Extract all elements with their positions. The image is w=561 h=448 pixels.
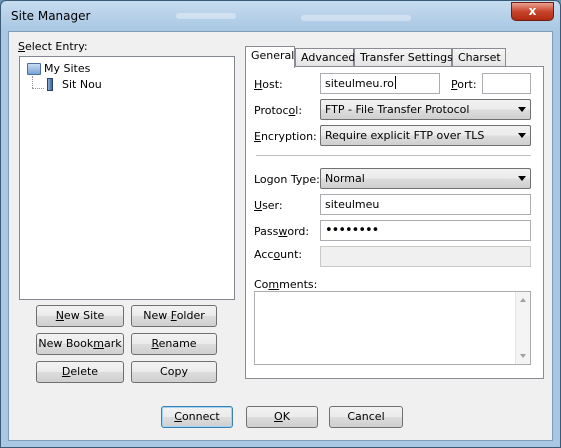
- scroll-up-icon[interactable]: [520, 298, 526, 302]
- chevron-down-icon: [518, 107, 526, 112]
- tab-transfer-settings[interactable]: Transfer Settings: [354, 48, 453, 67]
- scroll-down-icon[interactable]: [520, 354, 526, 358]
- ok-button[interactable]: OK: [246, 406, 318, 428]
- comments-textarea[interactable]: [254, 291, 531, 365]
- account-input: [320, 246, 531, 267]
- title-bar-glass: [301, 15, 411, 21]
- account-label: Account:: [254, 248, 303, 261]
- encryption-label: Encryption:: [254, 130, 317, 143]
- protocol-select[interactable]: FTP - File Transfer Protocol: [320, 99, 531, 120]
- tab-general[interactable]: General: [245, 46, 295, 68]
- rename-button[interactable]: Rename: [131, 333, 217, 355]
- folder-icon: [27, 63, 41, 75]
- new-folder-button[interactable]: New Folder: [131, 305, 217, 327]
- logon-type-label: Logon Type:: [254, 173, 320, 186]
- tree-connector: [32, 88, 44, 89]
- password-label: Password:: [254, 225, 310, 238]
- port-input[interactable]: [482, 73, 531, 94]
- general-panel: Host: siteulmeu.ro Port: Protocol: FTP -…: [245, 66, 544, 379]
- user-label: User:: [254, 199, 283, 212]
- chevron-down-icon: [518, 133, 526, 138]
- host-input[interactable]: siteulmeu.ro: [320, 73, 440, 94]
- site-manager-window: Site Manager x Select Entry: My Sites Si…: [0, 0, 561, 448]
- protocol-label: Protocol:: [254, 104, 303, 117]
- tab-charset[interactable]: Charset: [452, 48, 506, 67]
- dialog-body: Select Entry: My Sites Sit Nou New Site …: [8, 31, 553, 441]
- text-caret: [394, 76, 396, 89]
- new-bookmark-button[interactable]: New Bookmark: [36, 333, 124, 355]
- comments-scrollbar[interactable]: [515, 292, 530, 364]
- tab-advanced[interactable]: Advanced: [295, 48, 355, 67]
- tree-item-label: My Sites: [44, 62, 91, 75]
- delete-button[interactable]: Delete: [36, 361, 124, 383]
- connect-button[interactable]: Connect: [161, 406, 233, 428]
- cancel-button[interactable]: Cancel: [329, 406, 403, 428]
- chevron-down-icon: [518, 176, 526, 181]
- site-tree[interactable]: My Sites Sit Nou: [19, 56, 235, 300]
- select-entry-label: Select Entry:: [18, 40, 88, 53]
- encryption-select[interactable]: Require explicit FTP over TLS: [320, 125, 531, 146]
- title-bar[interactable]: Site Manager x: [1, 1, 560, 31]
- comments-label: Comments:: [254, 278, 318, 291]
- host-label: Host:: [254, 78, 283, 91]
- server-icon: [47, 78, 53, 91]
- close-icon: x: [528, 4, 537, 18]
- divider: [256, 155, 531, 157]
- tree-connector: [32, 76, 33, 88]
- user-input[interactable]: siteulmeu: [320, 194, 531, 215]
- title-bar-glass: [176, 13, 236, 19]
- copy-button[interactable]: Copy: [131, 361, 217, 383]
- logon-type-select[interactable]: Normal: [320, 168, 531, 189]
- tree-item-label: Sit Nou: [62, 78, 102, 91]
- new-site-button[interactable]: New Site: [36, 305, 124, 327]
- password-input[interactable]: ••••••••: [320, 220, 531, 241]
- window-title: Site Manager: [11, 9, 91, 23]
- close-button[interactable]: x: [511, 2, 554, 21]
- port-label: Port:: [451, 78, 477, 91]
